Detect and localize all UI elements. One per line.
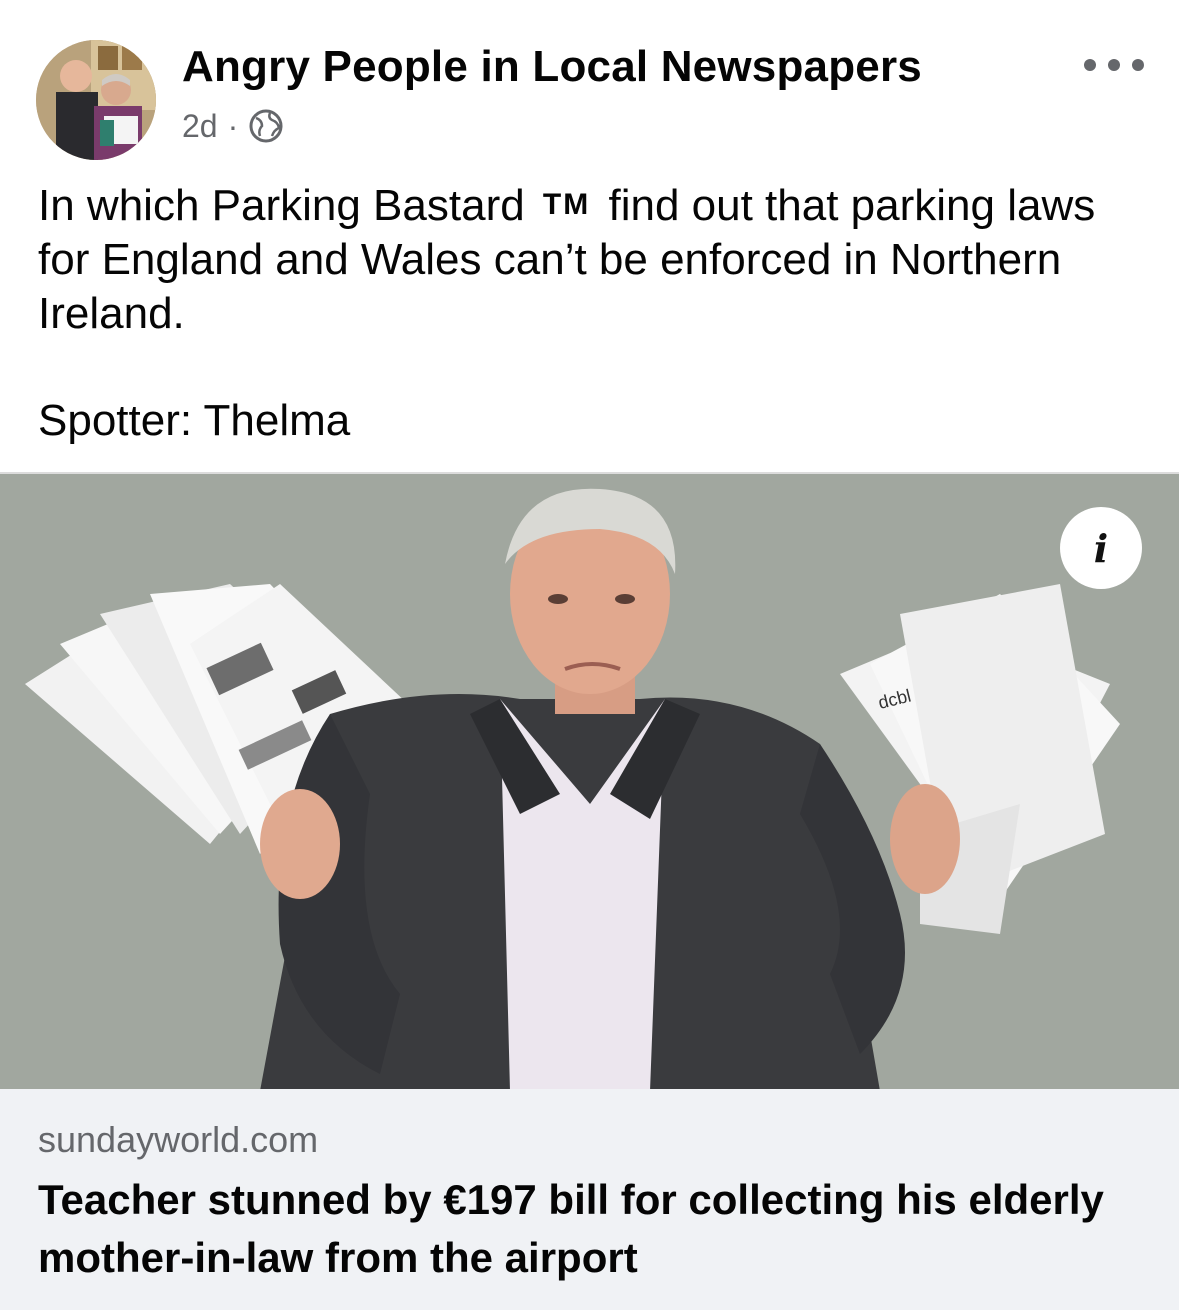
page-name[interactable]: Angry People in Local Newspapers: [182, 42, 922, 92]
link-preview-image[interactable]: dcbl: [0, 472, 1179, 1089]
globe-icon[interactable]: [248, 108, 284, 144]
trademark-label: TM: [542, 188, 591, 221]
page-avatar[interactable]: [36, 40, 156, 160]
post-time[interactable]: 2d: [182, 108, 218, 145]
link-domain: sundayworld.com: [38, 1119, 319, 1160]
info-icon[interactable]: i: [1060, 507, 1142, 589]
link-preview-footer[interactable]: sundayworld.com Teacher stunned by €197 …: [0, 1089, 1179, 1310]
more-dot: [1084, 59, 1096, 71]
link-title[interactable]: Teacher stunned by €197 bill for collect…: [38, 1171, 1138, 1287]
post-text-part-1: In which Parking Bastard: [38, 181, 525, 230]
spotter-credit: Spotter: Thelma: [38, 396, 351, 445]
post-text: In which Parking Bastard TM find out tha…: [38, 178, 1138, 341]
more-dot: [1132, 59, 1144, 71]
more-options-icon[interactable]: [1084, 48, 1144, 82]
post-meta: 2d ·: [182, 104, 284, 148]
more-dot: [1108, 59, 1120, 71]
post-header: Angry People in Local Newspapers 2d ·: [0, 0, 1179, 160]
meta-separator: ·: [227, 107, 239, 144]
